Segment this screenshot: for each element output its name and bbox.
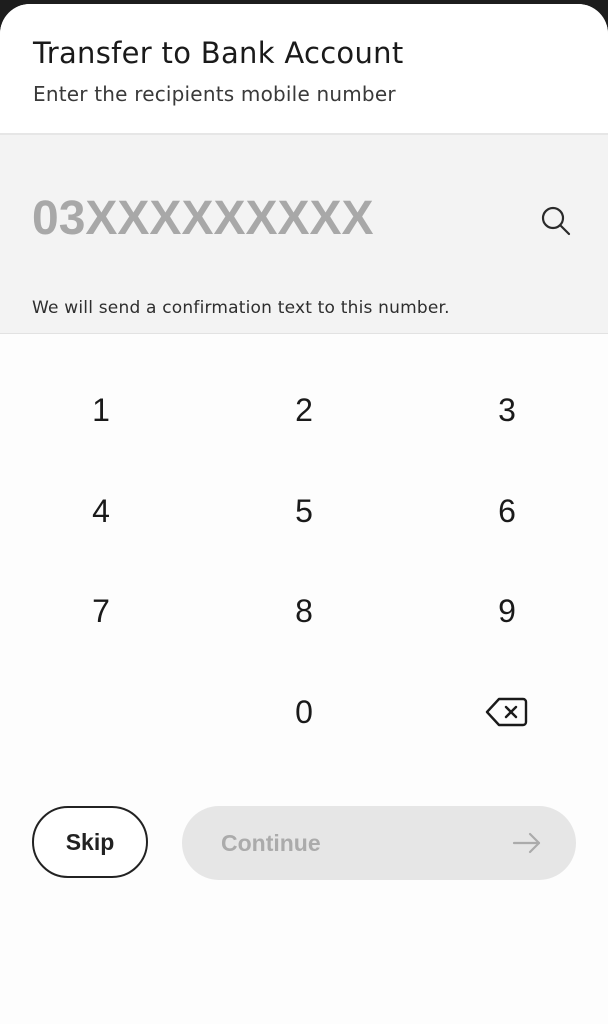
continue-label: Continue: [221, 830, 321, 856]
numeric-keypad: 1 2 3 4 5 6 7 8 9 0: [0, 334, 608, 754]
key-8[interactable]: 8: [234, 571, 374, 651]
key-9[interactable]: 9: [437, 571, 577, 651]
phone-entry-panel: We will send a confirmation text to this…: [0, 135, 608, 334]
phone-number-input[interactable]: [32, 183, 502, 253]
key-1[interactable]: 1: [31, 370, 171, 450]
key-0[interactable]: 0: [234, 672, 374, 752]
search-icon: [541, 206, 571, 236]
backspace-button[interactable]: [437, 672, 577, 752]
transfer-sheet: Transfer to Bank Account Enter the recip…: [0, 4, 608, 1024]
key-3[interactable]: 3: [437, 370, 577, 450]
action-bar: Skip Continue: [0, 754, 608, 1024]
page-subtitle: Enter the recipients mobile number: [33, 82, 396, 106]
search-button[interactable]: [536, 201, 576, 241]
arrow-right-icon: [512, 832, 541, 854]
key-7[interactable]: 7: [31, 571, 171, 651]
page-title: Transfer to Bank Account: [33, 36, 404, 70]
key-6[interactable]: 6: [437, 471, 577, 551]
key-2[interactable]: 2: [234, 370, 374, 450]
backspace-icon: [485, 697, 528, 727]
skip-button[interactable]: Skip: [32, 806, 148, 878]
header: Transfer to Bank Account Enter the recip…: [0, 4, 608, 135]
confirmation-hint: We will send a confirmation text to this…: [32, 298, 450, 318]
continue-button[interactable]: Continue: [182, 806, 576, 880]
key-5[interactable]: 5: [234, 471, 374, 551]
key-4[interactable]: 4: [31, 471, 171, 551]
